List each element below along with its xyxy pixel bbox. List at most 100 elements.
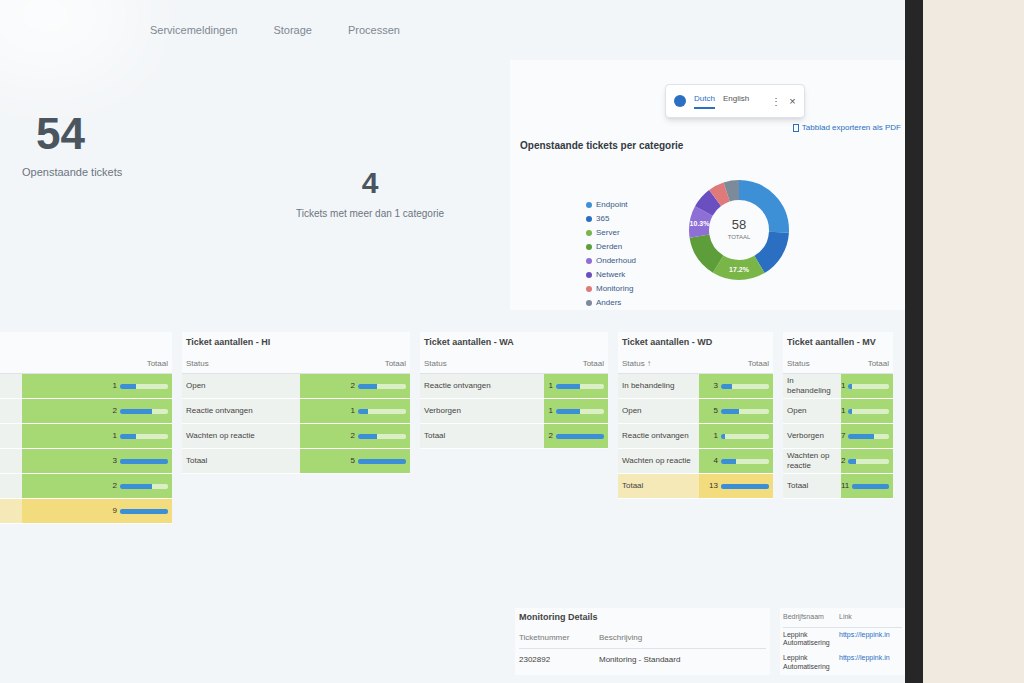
table-row[interactable]: Open 1 (783, 399, 893, 424)
legend-item[interactable]: Server (586, 227, 636, 239)
donut-segment[interactable] (699, 190, 779, 270)
language-popover: Dutch English ⋮ × (665, 84, 805, 118)
monitoring-cell: 2302892 (519, 654, 599, 666)
legend-item[interactable]: Onderhoud (586, 255, 636, 267)
language-tab[interactable]: Dutch (694, 93, 715, 109)
row-value-cell: 1 (699, 424, 773, 448)
column-header[interactable]: Totaal (147, 358, 168, 370)
legend-item[interactable]: Endpoint (586, 199, 636, 211)
row-value-cell: 2 (300, 374, 410, 398)
row-label-cell (0, 424, 22, 448)
legend-dot (586, 286, 592, 292)
row-label-cell: Totaal (783, 474, 841, 498)
menu-button[interactable]: ⋮ (771, 94, 781, 109)
row-label-cell (0, 374, 22, 398)
column-header[interactable]: Ticketnummer (519, 632, 599, 644)
table-row[interactable]: In behandeling3 (618, 374, 773, 399)
donut-segment[interactable] (699, 190, 779, 270)
table-row[interactable]: Totaal2 (420, 424, 608, 449)
bar-fill (721, 409, 739, 414)
donut-segment[interactable] (699, 190, 779, 270)
ticket-table: Totaal121329 (0, 332, 172, 524)
row-value: 3 (113, 455, 117, 467)
table-row[interactable]: Totaal13 (618, 474, 773, 499)
bar-track (120, 484, 168, 489)
table-row[interactable]: Reactie ontvangen1 (420, 374, 608, 399)
legend-item[interactable]: Netwerk (586, 269, 636, 281)
monitoring-row[interactable]: 2302892Monitoring - Standaard (519, 649, 766, 671)
row-label-cell: Reactie ontvangen (618, 424, 699, 448)
column-header[interactable]: Totaal (583, 358, 604, 370)
bar-fill (120, 384, 136, 389)
table-row[interactable]: 1 (0, 424, 172, 449)
close-button[interactable]: × (789, 93, 795, 110)
export-pdf-label[interactable]: Tabblad exporteren als PDF (802, 122, 901, 134)
column-header[interactable]: Beschrijving (599, 632, 766, 644)
column-header[interactable]: Totaal (868, 358, 889, 370)
link[interactable]: https://leppink.in (839, 631, 902, 649)
table-row[interactable]: Open2 (182, 374, 410, 399)
export-pdf-link[interactable]: Tabblad exporteren als PDF (793, 122, 901, 134)
table-row[interactable]: Reactie ontvangen 1 (618, 424, 773, 449)
row-value: 2 (113, 480, 117, 492)
row-label-cell: Open (618, 399, 699, 423)
row-value: 13 (709, 480, 718, 492)
donut-segment[interactable] (699, 190, 779, 270)
bar-fill (848, 459, 855, 464)
language-tab[interactable]: English (723, 93, 749, 109)
row-value-cell: 1 (841, 399, 893, 423)
table-row[interactable]: 2 (0, 474, 172, 499)
column-header[interactable]: Status (186, 358, 209, 370)
legend-label: Derden (596, 241, 622, 253)
table-row[interactable]: Totaal5 (182, 449, 410, 474)
column-header[interactable]: Status ↑ (622, 358, 651, 370)
nav-item[interactable]: Storage (273, 22, 312, 39)
bar-track (721, 434, 769, 439)
bar-track (358, 384, 406, 389)
table-row[interactable]: 3 (0, 449, 172, 474)
table-row[interactable]: 1 (0, 374, 172, 399)
table-row[interactable]: 2 (0, 399, 172, 424)
legend-item[interactable]: Anders (586, 297, 636, 309)
row-value: 3 (714, 380, 718, 392)
table-row[interactable]: Reactie ontvangen1 (182, 399, 410, 424)
table-row[interactable]: Wachten op reactie2 (783, 449, 893, 474)
row-label: Reactie ontvangen (186, 406, 253, 416)
table-row[interactable]: Verborgen7 (783, 424, 893, 449)
donut-segment[interactable] (699, 190, 779, 270)
column-header[interactable]: Link (839, 612, 902, 623)
column-header[interactable]: Totaal (385, 358, 406, 370)
legend-item[interactable]: 365 (586, 213, 636, 225)
row-value: 1 (549, 380, 553, 392)
table-row[interactable]: Wachten op reactie4 (618, 449, 773, 474)
row-value-cell: 2 (300, 424, 410, 448)
legend-item[interactable]: Monitoring (586, 283, 636, 295)
column-header[interactable]: Bedrijfsnaam (783, 612, 835, 623)
nav-item[interactable]: Processen (348, 22, 400, 39)
bar-track (721, 409, 769, 414)
bar-fill (848, 409, 852, 414)
row-label: Wachten op reactie (186, 431, 255, 441)
column-header[interactable]: Status (424, 358, 447, 370)
donut-segment[interactable] (699, 190, 779, 270)
legend-dot (586, 244, 592, 250)
table-row[interactable]: 9 (0, 499, 172, 524)
legend-item[interactable]: Derden (586, 241, 636, 253)
table-row[interactable]: In behandeling1 (783, 374, 893, 399)
table-row[interactable]: Totaal11 (783, 474, 893, 499)
bar-fill (120, 434, 136, 439)
nav-item[interactable]: Servicemeldingen (150, 22, 237, 39)
donut-segment[interactable] (699, 190, 779, 270)
table-row[interactable]: Wachten op reactie 2 (182, 424, 410, 449)
table-row[interactable]: Verborgen1 (420, 399, 608, 424)
table-row[interactable]: Open5 (618, 399, 773, 424)
bar-fill (358, 409, 368, 414)
column-header[interactable]: Totaal (748, 358, 769, 370)
link[interactable]: https://leppink.in (839, 654, 902, 672)
table-title-bar: Ticket aantallen - WA (420, 332, 608, 354)
row-value: 1 (113, 430, 117, 442)
row-label: Open (787, 406, 807, 416)
column-header[interactable]: Status (787, 358, 810, 370)
donut-segment[interactable] (699, 190, 779, 270)
row-value: 1 (714, 430, 718, 442)
